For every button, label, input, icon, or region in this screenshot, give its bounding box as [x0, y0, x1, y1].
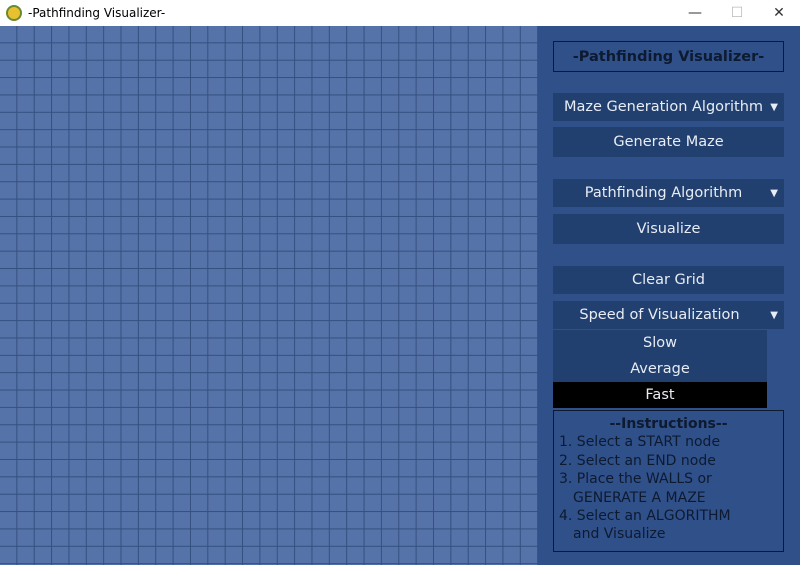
dropdown-label: Maze Generation Algorithm: [563, 99, 764, 115]
instruction-line: 1. Select a START node: [559, 434, 721, 451]
visualize-button[interactable]: Visualize: [553, 214, 784, 244]
clear-grid-button[interactable]: Clear Grid: [553, 266, 784, 294]
grid-canvas[interactable]: [0, 26, 538, 565]
instruction-line: 3. Place the WALLS or: [559, 471, 712, 488]
title-bar: -Pathfinding Visualizer- — ☐ ✕: [0, 0, 800, 26]
dropdown-arrow-icon: ▼: [770, 101, 778, 113]
minimize-button[interactable]: —: [674, 0, 716, 26]
maze-algorithm-dropdown[interactable]: Maze Generation Algorithm ▼: [553, 93, 784, 121]
instructions-box: --Instructions-- 1. Select a START node …: [553, 410, 784, 552]
close-button[interactable]: ✕: [758, 0, 800, 26]
speed-option-fast[interactable]: Fast: [553, 382, 767, 408]
maximize-button[interactable]: ☐: [716, 0, 758, 26]
instruction-line: 4. Select an ALGORITHM: [559, 508, 731, 525]
instruction-line: GENERATE A MAZE: [573, 489, 706, 506]
panel-title: -Pathfinding Visualizer-: [553, 41, 784, 72]
pygame-icon: [6, 5, 22, 21]
speed-dropdown[interactable]: Speed of Visualization ▼: [553, 301, 784, 329]
instruction-line: and Visualize: [573, 526, 666, 543]
window-title: -Pathfinding Visualizer-: [28, 6, 166, 20]
instructions-heading: --Instructions--: [609, 416, 728, 432]
control-panel: -Pathfinding Visualizer- Maze Generation…: [538, 26, 800, 565]
instruction-line: 2. Select an END node: [559, 452, 716, 469]
dropdown-label: Pathfinding Algorithm: [584, 185, 743, 201]
dropdown-arrow-icon: ▼: [770, 187, 778, 199]
pathfinding-algorithm-dropdown[interactable]: Pathfinding Algorithm ▼: [553, 179, 784, 207]
dropdown-arrow-icon: ▼: [770, 309, 778, 321]
generate-maze-button[interactable]: Generate Maze: [553, 127, 784, 157]
dropdown-label: Speed of Visualization: [579, 307, 740, 323]
speed-option-slow[interactable]: Slow: [553, 330, 767, 356]
speed-option-average[interactable]: Average: [553, 356, 767, 382]
